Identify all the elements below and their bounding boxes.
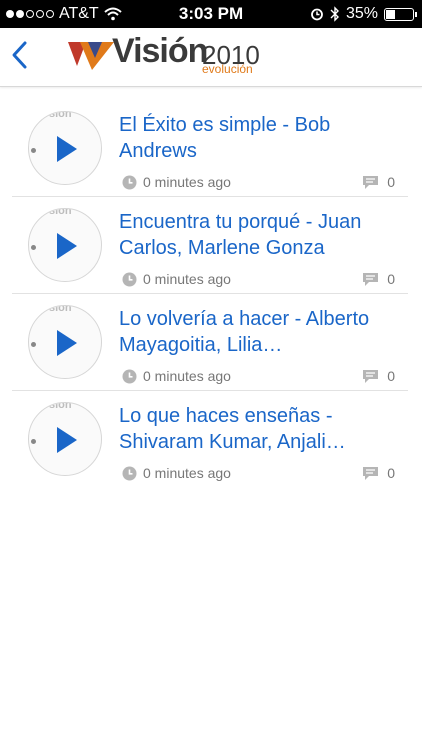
status-right: 35% <box>310 5 417 23</box>
clock-icon <box>122 466 137 480</box>
thumbnail-watermark: sión <box>49 208 72 217</box>
time-ago: 0 minutes ago <box>143 271 231 287</box>
video-thumbnail[interactable]: sión <box>28 208 102 282</box>
list-item[interactable]: sión El Éxito es simple - Bob Andrews 0 … <box>12 100 408 197</box>
comment-count-value: 0 <box>387 368 395 384</box>
comment-count-value: 0 <box>387 174 395 190</box>
video-title[interactable]: Encuentra tu porqué - Juan Carlos, Marle… <box>119 209 401 261</box>
play-icon <box>57 233 77 259</box>
logo-triangles-icon <box>68 42 114 70</box>
comment-count[interactable]: 0 <box>362 368 395 384</box>
item-meta: 0 minutes ago <box>122 271 231 287</box>
play-icon <box>57 136 77 162</box>
comment-count[interactable]: 0 <box>362 271 395 287</box>
app-logo: Visión 2010 evolución <box>68 32 268 82</box>
video-title[interactable]: Lo que haces enseñas - Shivaram Kumar, A… <box>119 403 401 455</box>
play-icon <box>57 330 77 356</box>
nav-header: Visión 2010 evolución <box>0 28 422 87</box>
item-meta: 0 minutes ago <box>122 368 231 384</box>
video-thumbnail[interactable]: sión <box>28 305 102 379</box>
list-item[interactable]: sión Lo que haces enseñas - Shivaram Kum… <box>12 391 408 487</box>
status-bar: AT&T 3:03 PM 35% <box>0 0 422 28</box>
clock-icon <box>122 272 137 286</box>
comment-count[interactable]: 0 <box>362 174 395 190</box>
clock-icon <box>122 175 137 189</box>
thumbnail-watermark: sión <box>49 305 72 314</box>
thumbnail-watermark: sión <box>49 402 72 411</box>
comment-count-value: 0 <box>387 465 395 481</box>
thumbnail-watermark: sión <box>49 111 72 120</box>
logo-subtitle: evolución <box>202 62 253 76</box>
comment-bubble-icon <box>363 466 379 480</box>
clock-icon <box>122 369 137 383</box>
list-item[interactable]: sión Encuentra tu porqué - Juan Carlos, … <box>12 197 408 294</box>
time-ago: 0 minutes ago <box>143 174 231 190</box>
video-thumbnail[interactable]: sión <box>28 402 102 476</box>
alarm-icon <box>311 8 323 21</box>
video-title[interactable]: El Éxito es simple - Bob Andrews <box>119 112 401 164</box>
item-meta: 0 minutes ago <box>122 174 231 190</box>
comment-bubble-icon <box>363 272 379 286</box>
comment-count-value: 0 <box>387 271 395 287</box>
bluetooth-icon <box>330 6 339 22</box>
video-title[interactable]: Lo volvería a hacer - Alberto Mayagoitia… <box>119 306 401 358</box>
comment-count[interactable]: 0 <box>362 465 395 481</box>
item-meta: 0 minutes ago <box>122 465 231 481</box>
list-item[interactable]: sión Lo volvería a hacer - Alberto Mayag… <box>12 294 408 391</box>
play-icon <box>57 427 77 453</box>
time-ago: 0 minutes ago <box>143 368 231 384</box>
back-chevron-icon[interactable] <box>10 40 30 70</box>
logo-word: Visión <box>112 32 208 70</box>
video-thumbnail[interactable]: sión <box>28 111 102 185</box>
battery-icon <box>384 7 417 21</box>
video-list: sión El Éxito es simple - Bob Andrews 0 … <box>12 100 408 487</box>
comment-bubble-icon <box>363 369 379 383</box>
battery-percent: 35% <box>345 5 378 22</box>
time-ago: 0 minutes ago <box>143 465 231 481</box>
comment-bubble-icon <box>363 175 379 189</box>
